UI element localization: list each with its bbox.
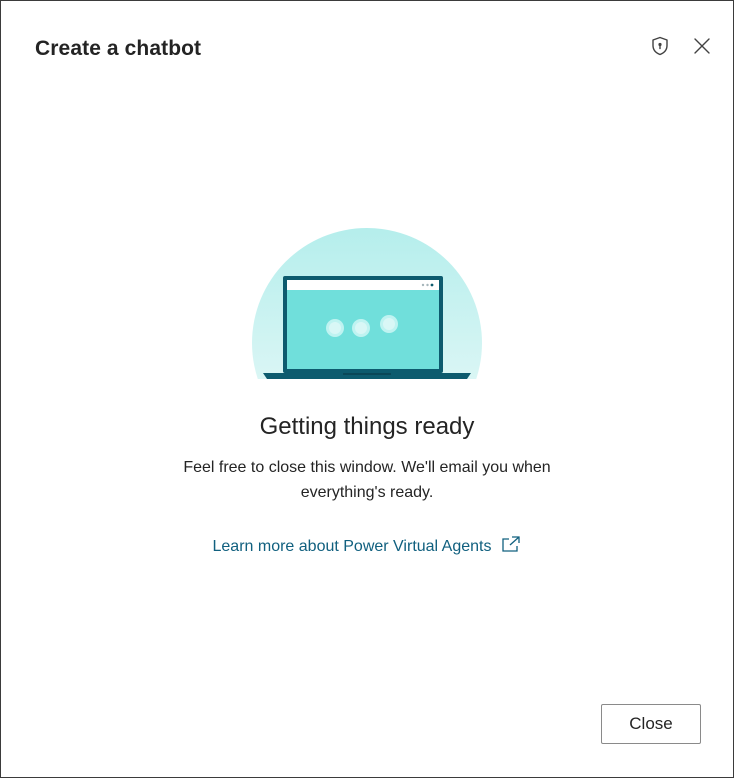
dialog-body: Getting things ready Feel free to close … xyxy=(1,227,733,558)
external-link-icon xyxy=(501,535,521,558)
dialog-header-actions xyxy=(649,35,713,57)
status-title: Getting things ready xyxy=(259,413,475,440)
shield-icon[interactable] xyxy=(649,35,671,57)
status-message: Feel free to close this window. We'll em… xyxy=(183,459,551,501)
create-chatbot-dialog: Create a chatbot Getting things ready Fe… xyxy=(0,0,734,778)
close-button[interactable]: Close xyxy=(601,704,701,744)
dialog-title: Create a chatbot xyxy=(35,37,202,60)
dialog-footer: Close xyxy=(601,704,701,744)
learn-more-link[interactable]: Learn more about Power Virtual Agents xyxy=(213,535,522,558)
laptop-illustration xyxy=(252,228,482,379)
close-icon[interactable] xyxy=(691,35,713,57)
learn-more-link-label: Learn more about Power Virtual Agents xyxy=(212,537,492,555)
